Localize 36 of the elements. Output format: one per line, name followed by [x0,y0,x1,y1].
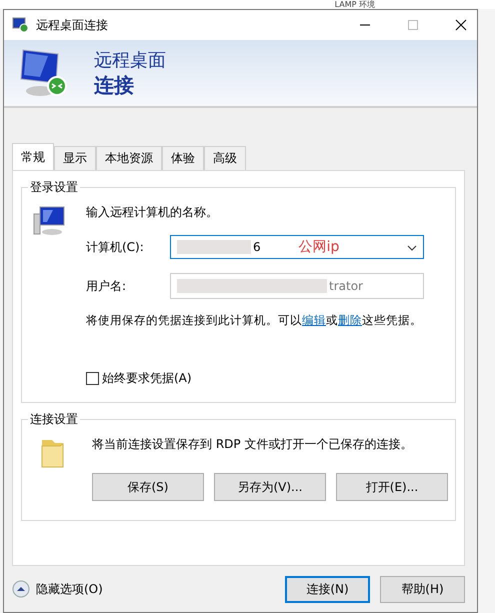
close-icon[interactable] [455,19,467,31]
computer-combo-box[interactable]: 6 公网ip [170,235,424,259]
hide-options-button[interactable]: 隐藏选项(O) [12,580,103,598]
file-button[interactable]: 另存为(V)... [214,473,326,501]
window-title: 远程桌面连接 [36,16,108,34]
connection-description: 将当前连接设置保存到 RDP 文件或打开一个已保存的连接。 [92,436,414,453]
tab[interactable]: 高级 [204,146,246,170]
dialog-button[interactable]: 连接(N) [285,576,370,602]
monitor-icon [32,204,66,238]
delete-link[interactable]: 删除 [338,313,362,327]
field-value: 6 [253,240,261,254]
file-button[interactable]: 打开(E)... [336,473,448,501]
monitor-icon [12,17,30,33]
monitor-icon [18,47,68,99]
credentials-note: 将使用保存的凭据连接到此计算机。可以编辑或删除这些凭据。 [86,313,423,328]
collapse-icon [12,580,30,598]
group-title: 连接设置 [28,411,80,428]
maximize-icon [407,19,419,31]
checkbox-label[interactable]: 始终要求凭据(A) [102,370,192,387]
tab[interactable]: 本地资源 [96,146,162,170]
tab[interactable]: 体验 [162,146,204,170]
tab[interactable]: 常规 [12,143,54,170]
file-button[interactable]: 保存(S) [92,473,204,501]
edit-link[interactable]: 编辑 [302,313,326,327]
checkbox[interactable] [86,372,99,385]
field-value: trator [329,279,363,293]
banner-subtitle: 连接 [94,72,135,98]
field-label: 计算机(C): [86,238,145,256]
field-label: 用户名: [86,278,128,294]
prompt-text: 输入远程计算机的名称。 [86,204,219,221]
banner-title: 远程桌面 [94,48,166,72]
chevron-down-icon [407,245,417,251]
tab[interactable]: 显示 [54,146,96,170]
dialog-button[interactable]: 帮助(H) [380,576,465,602]
background-window-title: LAMP 环境 [334,0,375,9]
annotation-text: 公网ip [298,238,340,256]
